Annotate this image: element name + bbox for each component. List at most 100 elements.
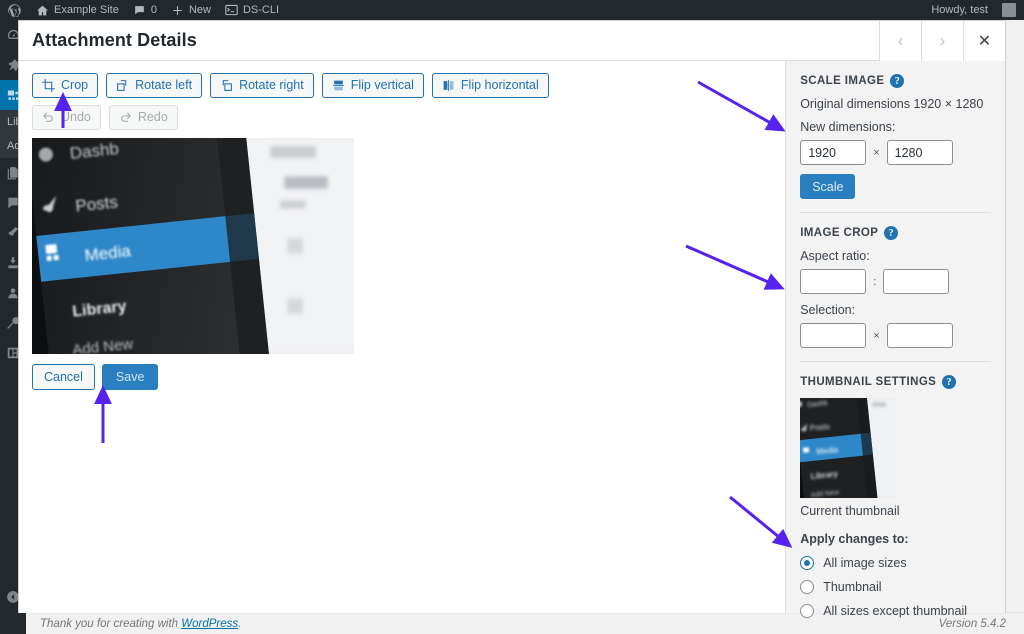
image-crop-title-label: IMAGE CROP xyxy=(800,227,878,239)
image-preview[interactable]: Dashb Posts Media Library Add New xyxy=(32,138,354,354)
undo-icon xyxy=(42,111,55,124)
flip-horizontal-label: Flip horizontal xyxy=(461,79,539,92)
cancel-button[interactable]: Cancel xyxy=(32,364,95,390)
radio-all-image-sizes[interactable]: All image sizes xyxy=(800,556,991,570)
aspect-ratio-width-input[interactable] xyxy=(800,269,866,294)
avatar xyxy=(1002,3,1016,17)
dimension-separator: × xyxy=(873,147,879,159)
flip-horizontal-icon xyxy=(442,79,455,92)
selection-height-input[interactable] xyxy=(887,323,953,348)
radio-thumbnail-label: Thumbnail xyxy=(823,580,881,594)
adminbar-site-label: Example Site xyxy=(54,4,119,16)
adminbar-new-label: New xyxy=(189,4,211,16)
plus-icon xyxy=(171,4,184,17)
aspect-ratio-label: Aspect ratio: xyxy=(800,249,991,263)
footer-version: Version 5.4.2 xyxy=(939,618,1006,630)
flip-vertical-button[interactable]: Flip vertical xyxy=(322,73,424,98)
redo-icon xyxy=(119,111,132,124)
wordpress-logo-icon xyxy=(7,3,22,18)
selection-width-input[interactable] xyxy=(800,323,866,348)
rotate-right-label: Rotate right xyxy=(239,79,304,92)
rotate-left-button[interactable]: Rotate left xyxy=(106,73,202,98)
new-dimensions-label: New dimensions: xyxy=(800,120,991,134)
selection-separator: × xyxy=(873,330,879,342)
terminal-icon xyxy=(225,4,238,16)
adminbar-howdy[interactable]: Howdy, test xyxy=(924,0,995,20)
radio-all-image-sizes-input[interactable] xyxy=(800,556,814,570)
wp-logo-menu[interactable] xyxy=(0,0,29,20)
rotate-right-icon xyxy=(220,79,233,92)
flip-vertical-label: Flip vertical xyxy=(351,79,414,92)
attachment-details-modal: Attachment Details ‹ › ✕ Crop xyxy=(18,20,1006,613)
new-dimensions-row: × xyxy=(800,140,991,165)
footer-thanks-suffix: . xyxy=(238,618,241,630)
modal-header: Attachment Details ‹ › ✕ xyxy=(19,21,1005,61)
modal-body: Crop Rotate left Rotate right xyxy=(19,61,1005,613)
adminbar-comment-count: 0 xyxy=(151,4,157,16)
editor-actions: Cancel Save xyxy=(32,364,785,390)
adminbar-site-name[interactable]: Example Site xyxy=(29,0,126,20)
image-editor-pane: Crop Rotate left Rotate right xyxy=(19,61,785,613)
adminbar-cli-label: DS-CLI xyxy=(243,4,279,16)
modal-nav: ‹ › ✕ xyxy=(879,21,1005,61)
scale-height-input[interactable] xyxy=(887,140,953,165)
radio-all-image-sizes-label: All image sizes xyxy=(823,556,906,570)
radio-thumbnail[interactable]: Thumbnail xyxy=(800,580,991,594)
image-tools-row: Crop Rotate left Rotate right xyxy=(32,73,785,98)
radio-thumbnail-input[interactable] xyxy=(800,580,814,594)
redo-label: Redo xyxy=(138,111,168,124)
previous-attachment-button[interactable]: ‹ xyxy=(879,21,921,61)
scale-width-input[interactable] xyxy=(800,140,866,165)
original-dimensions: Original dimensions 1920 × 1280 xyxy=(800,97,991,111)
save-button[interactable]: Save xyxy=(102,364,159,390)
undo-button[interactable]: Undo xyxy=(32,105,101,130)
selection-label: Selection: xyxy=(800,303,991,317)
current-thumbnail-image: Dashb Posts Media Library Add New xyxy=(800,398,895,498)
thumbnail-photo: Dashb Posts Media Library Add New xyxy=(800,398,895,498)
history-tools-row: Undo Redo xyxy=(32,105,785,130)
current-thumbnail-caption: Current thumbnail xyxy=(800,504,991,518)
selection-row: × xyxy=(800,323,991,348)
aspect-ratio-row: : xyxy=(800,269,991,294)
thumbnail-settings-section-title: THUMBNAIL SETTINGS ? xyxy=(800,375,991,389)
thumbnail-settings-title-label: THUMBNAIL SETTINGS xyxy=(800,376,936,388)
divider xyxy=(800,212,991,213)
crop-label: Crop xyxy=(61,79,88,92)
rotate-left-label: Rotate left xyxy=(135,79,192,92)
radio-all-sizes-except-thumbnail-label: All sizes except thumbnail xyxy=(823,604,967,618)
page-title: Attachment Details xyxy=(19,30,197,51)
scale-button[interactable]: Scale xyxy=(800,174,855,199)
help-icon[interactable]: ? xyxy=(884,226,898,240)
help-icon[interactable]: ? xyxy=(890,74,904,88)
rotate-right-button[interactable]: Rotate right xyxy=(210,73,314,98)
home-icon xyxy=(36,4,49,17)
divider xyxy=(800,361,991,362)
help-icon[interactable]: ? xyxy=(942,375,956,389)
preview-photo: Dashb Posts Media Library Add New xyxy=(32,138,354,354)
wordpress-link[interactable]: WordPress xyxy=(181,618,238,630)
image-settings-pane: SCALE IMAGE ? Original dimensions 1920 ×… xyxy=(785,61,1005,613)
redo-button[interactable]: Redo xyxy=(109,105,178,130)
flip-horizontal-button[interactable]: Flip horizontal xyxy=(432,73,549,98)
radio-all-sizes-except-thumbnail[interactable]: All sizes except thumbnail xyxy=(800,604,991,618)
aspect-ratio-height-input[interactable] xyxy=(883,269,949,294)
radio-all-sizes-except-thumbnail-input[interactable] xyxy=(800,604,814,618)
footer-thanks: Thank you for creating with WordPress. xyxy=(40,618,241,630)
apply-changes-label: Apply changes to: xyxy=(800,532,991,546)
next-attachment-button[interactable]: › xyxy=(921,21,963,61)
crop-button[interactable]: Crop xyxy=(32,73,98,98)
crop-icon xyxy=(42,79,55,92)
adminbar-comments[interactable]: 0 xyxy=(126,0,164,20)
close-icon[interactable]: ✕ xyxy=(963,21,1005,61)
comment-bubble-icon xyxy=(133,4,146,17)
adminbar-new-content[interactable]: New xyxy=(164,0,218,20)
scale-image-title-label: SCALE IMAGE xyxy=(800,75,884,87)
undo-label: Undo xyxy=(61,111,91,124)
screen: Example Site 0 New DS-CLI Howdy, test xyxy=(0,0,1024,634)
footer-thanks-prefix: Thank you for creating with xyxy=(40,618,181,630)
wp-admin-bar: Example Site 0 New DS-CLI Howdy, test xyxy=(0,0,1024,20)
rotate-left-icon xyxy=(116,79,129,92)
image-crop-section-title: IMAGE CROP ? xyxy=(800,226,991,240)
adminbar-ds-cli[interactable]: DS-CLI xyxy=(218,0,286,20)
aspect-ratio-separator: : xyxy=(873,276,876,288)
